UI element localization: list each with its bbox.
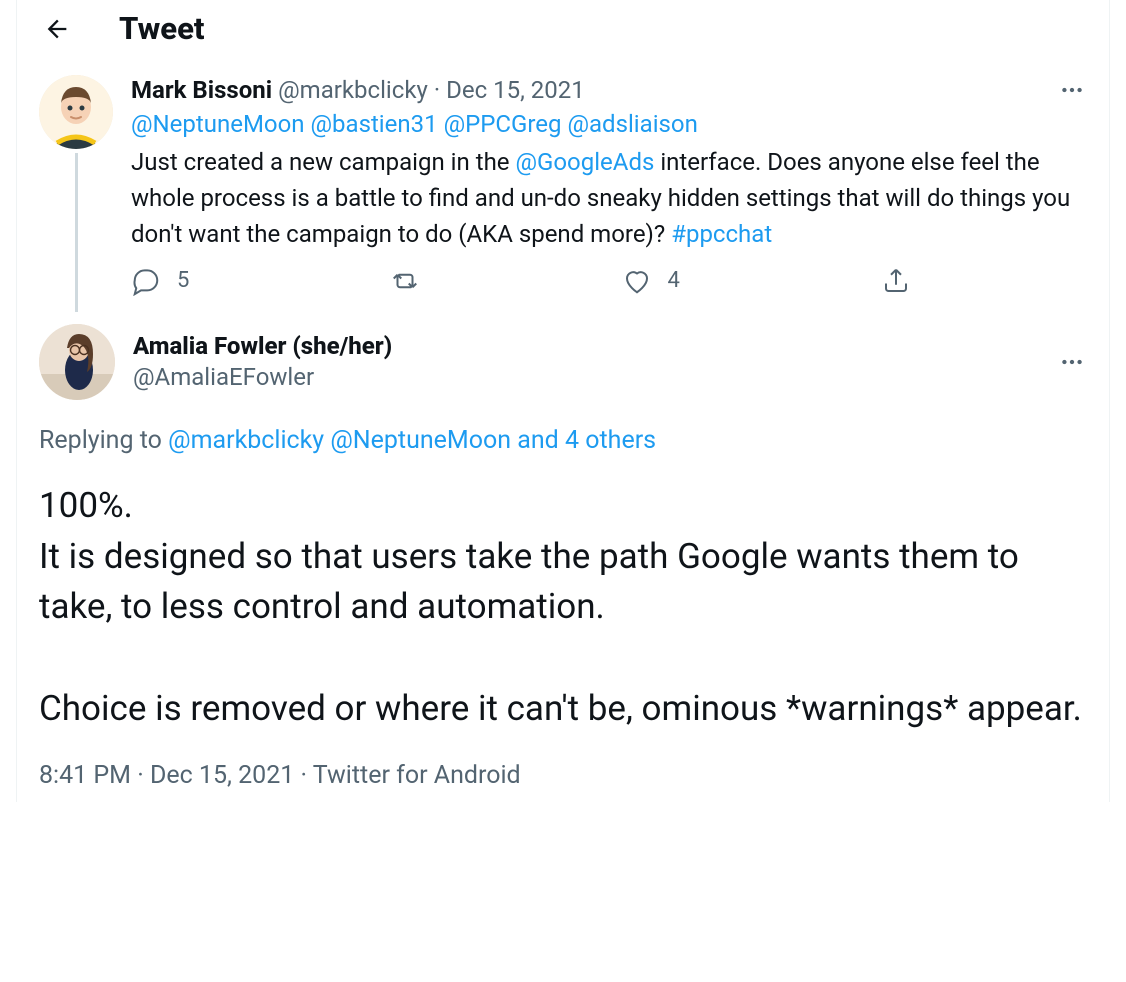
hashtag-link[interactable]: #ppcchat [671, 220, 772, 248]
reply-prefix: Replying to [39, 426, 168, 455]
share-icon [881, 266, 911, 296]
thread-connector [75, 153, 78, 312]
mention-link[interactable]: @markbclicky [168, 426, 324, 455]
reply-count: 5 [177, 268, 189, 293]
tweet-actions: 5 4 [131, 252, 911, 312]
heart-icon [622, 266, 652, 296]
tweet-text: 100%. It is designed so that users take … [39, 481, 1087, 735]
mention-link[interactable]: @adsliaison [567, 110, 697, 138]
tweet-source[interactable]: Twitter for Android [313, 761, 521, 790]
retweet-icon [390, 266, 420, 296]
author-name[interactable]: Amalia Fowler (she/her) [133, 331, 1039, 362]
reply-icon [131, 266, 161, 296]
avatar-icon [39, 324, 115, 400]
tweet-meta: 8:41 PM · Dec 15, 2021 · Twitter for And… [39, 761, 1087, 802]
share-button[interactable] [881, 266, 911, 296]
text-segment: Just created a new campaign in the [131, 148, 515, 176]
mentions-row: @NeptuneMoon @bastien31 @PPCGreg @adslia… [131, 107, 1087, 142]
avatar[interactable] [39, 324, 115, 400]
mention-link[interactable]: @NeptuneMoon [330, 426, 511, 455]
more-horizontal-icon [1059, 349, 1085, 375]
separator-dot: · [434, 76, 440, 104]
main-tweet: Amalia Fowler (she/her) @AmaliaEFowler R… [17, 312, 1109, 802]
mention-link[interactable]: @NeptuneMoon [131, 110, 305, 138]
arrow-left-icon [43, 15, 71, 43]
reply-context: Replying to @markbclicky @NeptuneMoon an… [39, 426, 1087, 455]
like-count: 4 [668, 268, 680, 293]
tweet-date[interactable]: Dec 15, 2021 [446, 76, 585, 104]
tweet-text: Just created a new campaign in the @Goog… [131, 144, 1087, 252]
author-handle[interactable]: @markbclicky [278, 76, 428, 104]
author-name[interactable]: Mark Bissoni [131, 76, 272, 104]
tweet-timestamp[interactable]: 8:41 PM · Dec 15, 2021 [39, 761, 294, 790]
like-button[interactable]: 4 [622, 266, 680, 296]
others-link[interactable]: and 4 others [511, 426, 656, 455]
avatar[interactable] [39, 75, 113, 149]
parent-tweet[interactable]: Mark Bissoni @markbclicky · Dec 15, 2021… [17, 57, 1109, 312]
author-handle[interactable]: @AmaliaEFowler [133, 362, 1039, 393]
retweet-button[interactable] [390, 266, 420, 296]
back-button[interactable] [39, 11, 75, 47]
more-horizontal-icon [1059, 77, 1085, 103]
avatar-icon [39, 75, 113, 149]
mention-link[interactable]: @bastien31 [310, 110, 437, 138]
reply-button[interactable]: 5 [131, 266, 189, 296]
mention-link[interactable]: @PPCGreg [444, 110, 562, 138]
more-button[interactable] [1057, 347, 1087, 377]
more-button[interactable] [1057, 75, 1087, 105]
mention-link[interactable]: @GoogleAds [515, 148, 654, 176]
page-title: Tweet [119, 10, 205, 47]
